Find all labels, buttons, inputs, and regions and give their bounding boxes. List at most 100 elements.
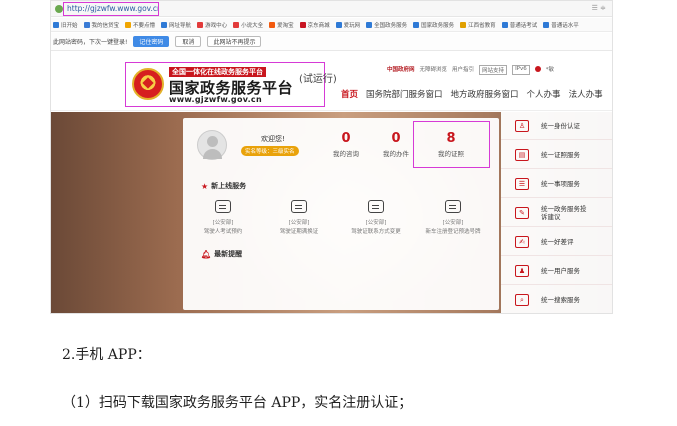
bookmark-label: 普通话水平 bbox=[551, 22, 579, 29]
site-header: 全国一体化在线政务服务平台 国家政务服务平台 www.gjzwfw.gov.cn… bbox=[51, 52, 612, 111]
welcome-text: 欢迎您! bbox=[261, 135, 285, 143]
new-services-heading: ★ 新上线服务 bbox=[201, 181, 246, 191]
national-emblem-icon bbox=[132, 68, 164, 100]
bookmark-item[interactable]: 普通话水平 bbox=[543, 21, 579, 29]
search-icon: ⌕ bbox=[515, 293, 529, 306]
bookmark-label: 京东商城 bbox=[307, 22, 330, 29]
sidebar-item[interactable]: ▤ 统一证照服务 bbox=[501, 141, 612, 169]
site-logo[interactable]: 全国一体化在线政务服务平台 国家政务服务平台 www.gjzwfw.gov.cn bbox=[125, 62, 325, 107]
accessibility-link[interactable]: 无障碍浏览 bbox=[420, 65, 448, 75]
highlight-box bbox=[413, 121, 490, 168]
sidebar-item-label: 统一事项服务 bbox=[541, 179, 580, 188]
complaint-icon: ✎ bbox=[515, 206, 529, 219]
service-item[interactable]: [公安部] 驾驶人考试预约 bbox=[189, 200, 257, 235]
service-item[interactable]: [公安部] 驾驶证期满换证 bbox=[265, 200, 333, 235]
sidebar-item[interactable]: ✍ 统一好差评 bbox=[501, 228, 612, 256]
never-prompt-button[interactable]: 此网站不再提示 bbox=[207, 36, 262, 47]
ipv6-badge: IPv6 bbox=[512, 65, 530, 75]
service-dept: [公安部] bbox=[212, 220, 234, 226]
user-guide-link[interactable]: 用户指引 bbox=[452, 65, 474, 75]
hero-banner: 欢迎您! 实名等级：三级实名 0 我的咨询 0 我的办件 8 我的证照 ★ 新上… bbox=[51, 112, 612, 313]
gov-site-link[interactable]: 中国政府网 bbox=[387, 65, 415, 75]
bookmark-item[interactable]: 我的信贷宝 bbox=[83, 21, 120, 29]
service-sidebar: ♙ 统一身份认证 ▤ 统一证照服务 ☰ 统一事项服务 ✎ 统一政务服务投诉建议 ✍ 统一好差评 ♟ 统… bbox=[501, 112, 612, 313]
user-icon[interactable] bbox=[534, 66, 541, 72]
stat-label: 我的咨询 bbox=[333, 150, 359, 158]
password-save-text: 此网站密码，下次一键登录! bbox=[53, 39, 128, 46]
service-dept: [公安部] bbox=[442, 220, 464, 226]
cancel-button[interactable]: 取消 bbox=[175, 36, 202, 47]
bookmark-item[interactable]: 江西省教育 bbox=[460, 21, 496, 29]
bookmark-label: 我的信贷宝 bbox=[91, 22, 120, 29]
bookmark-icon bbox=[366, 21, 373, 28]
service-name: 驾驶证联系方式变更 bbox=[351, 229, 401, 235]
bookmark-item[interactable]: 爱玩网 bbox=[335, 21, 360, 29]
bookmark-label: 爱淘宝 bbox=[277, 22, 294, 29]
service-name: 驾驶人考试预约 bbox=[203, 229, 243, 235]
id-card-icon: ▤ bbox=[515, 148, 529, 161]
latest-reminder-heading: 🔔︎ 最新提醒 bbox=[201, 249, 242, 259]
doc-paragraph: （1）扫码下载国家政务服务平台 APP，实名注册认证； bbox=[62, 395, 413, 411]
bookmark-item[interactable]: 不要点懵 bbox=[125, 21, 155, 29]
service-dept: [公安部] bbox=[365, 220, 387, 226]
bookmark-icon bbox=[269, 21, 276, 28]
nav-state-council[interactable]: 国务院部门服务窗口 bbox=[366, 88, 443, 100]
bookmark-item[interactable]: 网址导航 bbox=[161, 21, 191, 29]
bookmark-item[interactable]: 爱淘宝 bbox=[269, 21, 294, 29]
bookmark-icon bbox=[161, 21, 168, 28]
bookmark-label: 普通话考试 bbox=[509, 22, 538, 29]
users-icon: ♟ bbox=[515, 264, 529, 277]
bookmark-item[interactable]: 全国政务服务 bbox=[366, 21, 407, 29]
bell-icon: 🔔︎ bbox=[201, 249, 212, 259]
avatar[interactable] bbox=[197, 130, 227, 160]
sidebar-item[interactable]: ☰ 统一事项服务 bbox=[501, 170, 612, 198]
list-icon: ☰ bbox=[515, 177, 529, 190]
bookmark-item[interactable]: 普通话考试 bbox=[501, 21, 538, 29]
username[interactable]: *敏 bbox=[546, 65, 554, 75]
bookmark-item[interactable]: 旧开始 bbox=[53, 21, 78, 29]
sidebar-item[interactable]: ♙ 统一身份认证 bbox=[501, 112, 612, 140]
doc-heading: 2.手机 APP： bbox=[62, 347, 151, 363]
bookmark-item[interactable]: 小说大全 bbox=[233, 21, 263, 29]
logo-url: www.gjzwfw.gov.cn bbox=[169, 95, 262, 104]
sidebar-item[interactable]: ⌕ 统一搜索服务 bbox=[501, 286, 612, 313]
trial-label: (试运行) bbox=[299, 74, 337, 85]
sidebar-item-label: 统一政务服务投诉建议 bbox=[541, 204, 587, 221]
service-item[interactable]: [公安部] 驾驶证联系方式变更 bbox=[342, 200, 410, 235]
site-support-link[interactable]: 网站支持 bbox=[479, 65, 508, 75]
sidebar-item[interactable]: ✎ 统一政务服务投诉建议 bbox=[501, 199, 612, 227]
bookmark-item[interactable]: 游戏中心 bbox=[197, 21, 227, 29]
url-input[interactable]: http://gjzwfw.www.gov.cn/ bbox=[63, 2, 159, 16]
password-save-bar: 此网站密码，下次一键登录! 记住密码 取消 此网站不再提示 bbox=[51, 33, 612, 51]
nav-home[interactable]: 首页 bbox=[341, 88, 358, 100]
star-icon: ★ bbox=[201, 181, 209, 191]
sidebar-item-label: 统一身份认证 bbox=[541, 121, 580, 130]
nav-personal[interactable]: 个人办事 bbox=[527, 88, 561, 100]
bookmark-icon bbox=[413, 21, 420, 28]
service-dept: [公安部] bbox=[288, 220, 310, 226]
stat-number: 0 bbox=[341, 131, 351, 146]
sidebar-item-label: 统一搜索服务 bbox=[541, 295, 580, 304]
logo-subtitle: 全国一体化在线政务服务平台 bbox=[169, 67, 266, 77]
service-item[interactable]: [公安部] 新车注册登记预选号牌 bbox=[419, 200, 487, 235]
sidebar-item-label: 统一证照服务 bbox=[541, 150, 580, 159]
nav-local-gov[interactable]: 地方政府服务窗口 bbox=[451, 88, 519, 100]
sidebar-item-label: 统一用户服务 bbox=[541, 266, 580, 275]
bookmark-item[interactable]: 国家政务服务 bbox=[413, 21, 454, 29]
vehicle-icon bbox=[368, 200, 384, 213]
user-icon: ♙ bbox=[515, 119, 529, 132]
vehicle-icon bbox=[291, 200, 307, 213]
browser-controls-icon[interactable]: ☰ ≑ bbox=[592, 4, 606, 12]
bookmark-label: 不要点懵 bbox=[133, 22, 156, 29]
bookmark-icon bbox=[53, 21, 59, 28]
bookmark-icon bbox=[125, 21, 132, 28]
stat-consultations[interactable]: 0 我的咨询 bbox=[321, 131, 371, 159]
sidebar-item[interactable]: ♟ 统一用户服务 bbox=[501, 257, 612, 285]
bookmark-label: 全国政务服务 bbox=[374, 22, 408, 29]
bookmark-label: 江西省教育 bbox=[468, 22, 496, 29]
service-name: 驾驶证期满换证 bbox=[279, 229, 319, 235]
save-password-button[interactable]: 记住密码 bbox=[133, 36, 170, 47]
nav-legal-entity[interactable]: 法人办事 bbox=[569, 88, 603, 100]
bookmark-item[interactable]: 京东商城 bbox=[299, 21, 330, 29]
service-name: 新车注册登记预选号牌 bbox=[425, 229, 481, 235]
